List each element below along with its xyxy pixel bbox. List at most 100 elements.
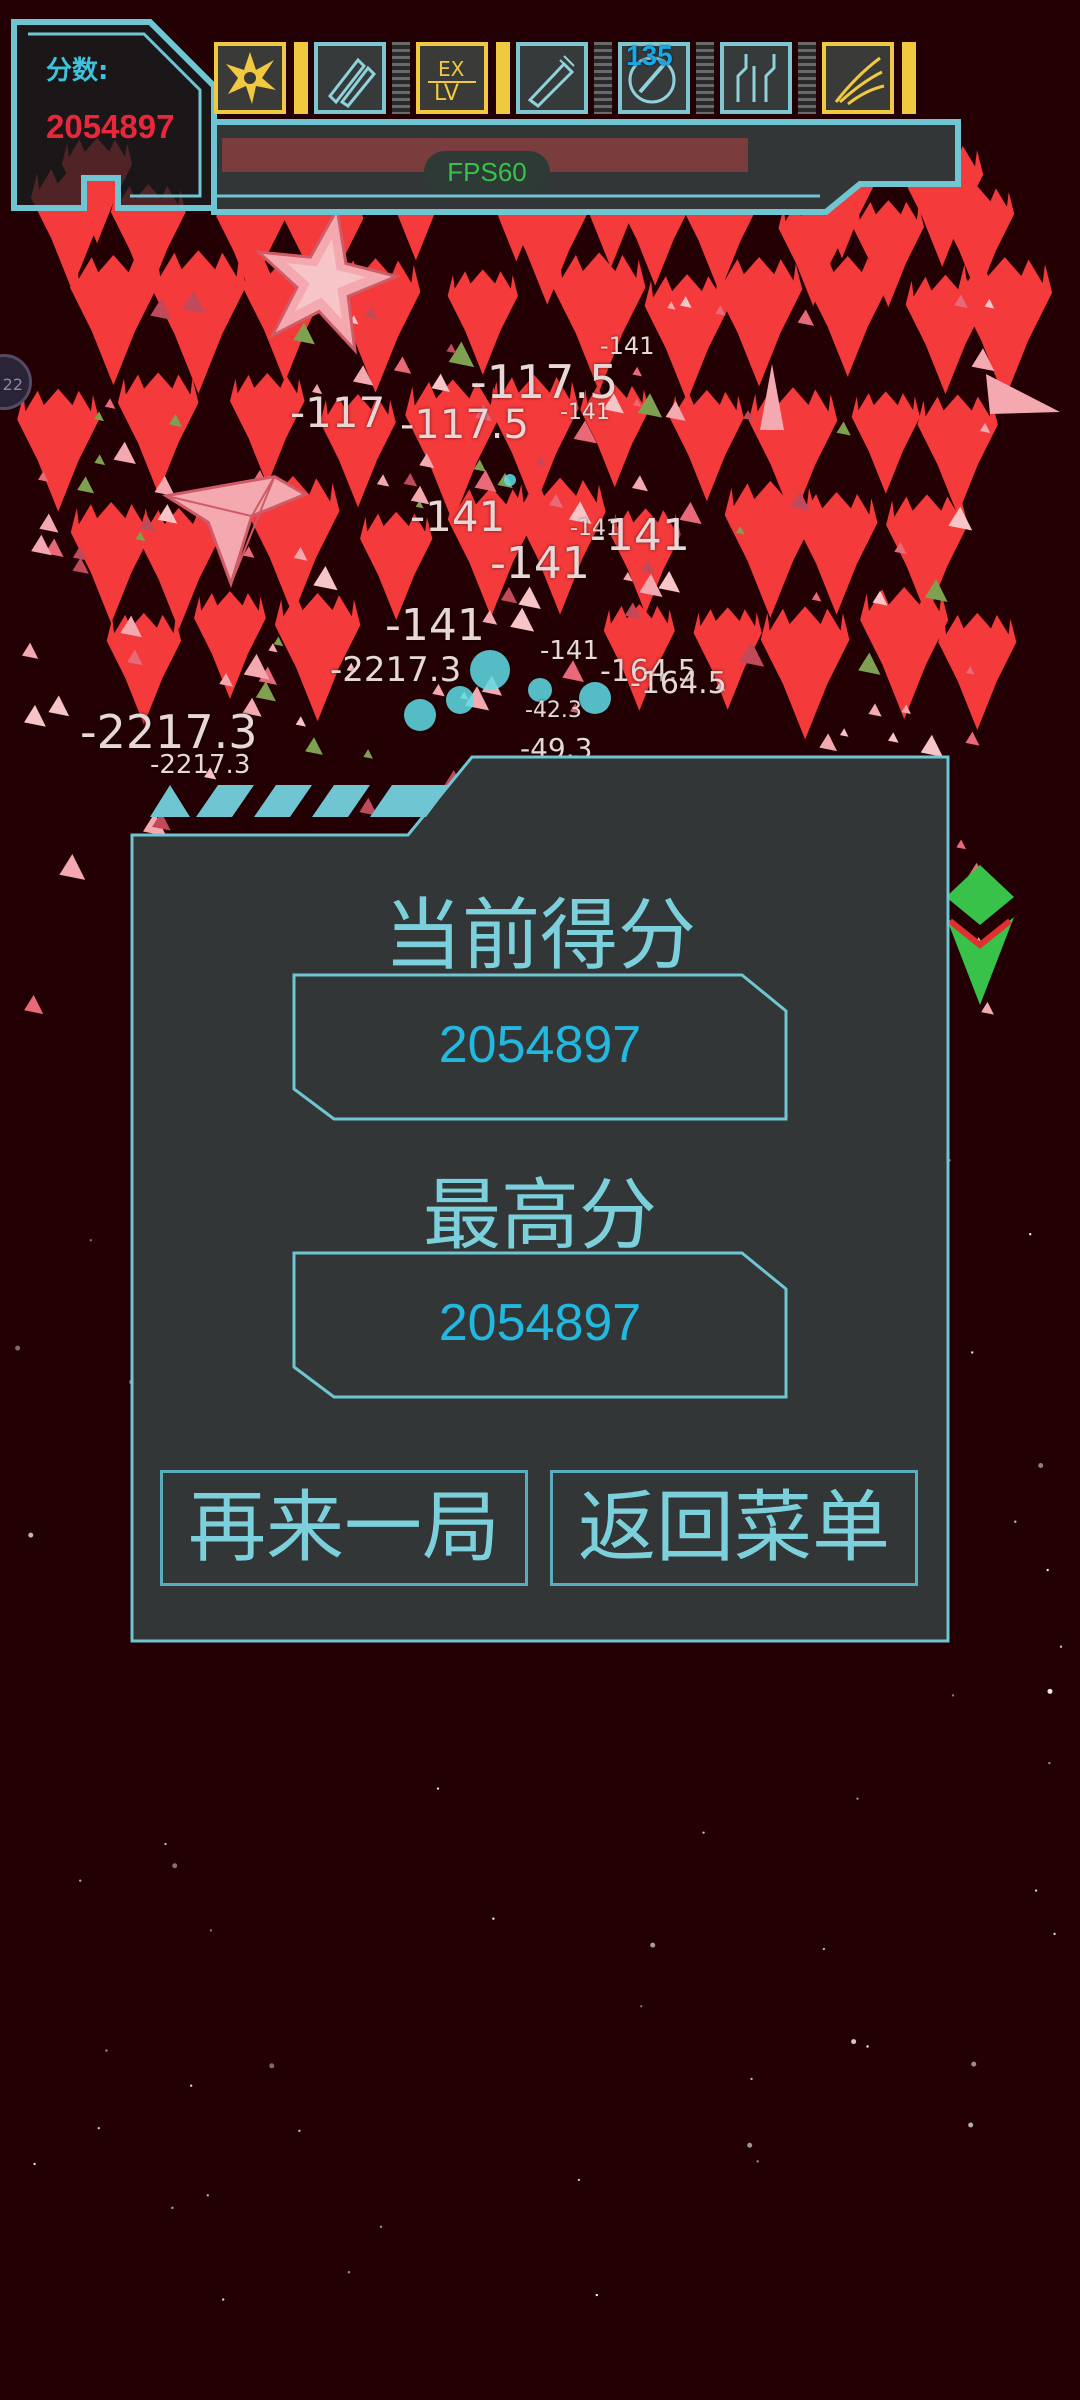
star xyxy=(856,1797,859,1800)
particle xyxy=(500,586,518,604)
star xyxy=(1046,1568,1049,1572)
particle xyxy=(305,737,323,755)
star xyxy=(164,1842,167,1846)
particle xyxy=(920,734,943,757)
retry-button[interactable]: 再来一局 xyxy=(160,1470,528,1586)
star xyxy=(1034,1889,1038,1892)
enemy-ship xyxy=(17,388,100,512)
particle xyxy=(31,534,52,556)
ex-level-icon[interactable]: EX LV xyxy=(416,42,488,114)
star xyxy=(171,2206,174,2210)
particle xyxy=(474,469,497,492)
missile-icon[interactable] xyxy=(516,42,588,114)
burst-icon[interactable] xyxy=(214,42,286,114)
enemy-ship xyxy=(807,255,889,377)
star xyxy=(750,2077,753,2081)
star xyxy=(492,1917,495,1920)
star xyxy=(269,2063,275,2069)
star xyxy=(640,2005,643,2008)
dart-enemy xyxy=(986,374,1060,414)
svg-text:LV: LV xyxy=(434,81,459,106)
particle xyxy=(22,642,39,659)
skill-count: 135 xyxy=(626,40,673,71)
particle xyxy=(376,474,390,487)
slot-divider xyxy=(496,42,510,114)
star xyxy=(866,2045,869,2048)
enemy-ship xyxy=(70,255,157,386)
damage-number: -117.5 xyxy=(400,402,529,448)
particle xyxy=(24,994,44,1015)
skill-bar: EX LV xyxy=(214,40,926,120)
particle xyxy=(518,586,541,609)
star xyxy=(105,2049,108,2052)
star xyxy=(1048,1761,1051,1765)
star xyxy=(298,2129,301,2133)
score-value: 2054897 xyxy=(46,108,175,145)
slot-divider xyxy=(392,42,410,114)
wave-icon[interactable] xyxy=(822,42,894,114)
particle xyxy=(819,733,838,752)
particle xyxy=(94,454,106,466)
particle xyxy=(836,421,851,436)
damage-number: -141 xyxy=(540,636,600,666)
twin-missiles-icon[interactable] xyxy=(314,42,386,114)
star xyxy=(89,1239,92,1242)
particle xyxy=(981,1001,994,1015)
enemy-ship xyxy=(117,372,199,494)
particle xyxy=(295,716,307,727)
particle xyxy=(104,398,116,409)
star xyxy=(702,1831,705,1834)
particle xyxy=(510,607,535,632)
star xyxy=(15,1345,21,1351)
star xyxy=(1014,1520,1017,1523)
particle xyxy=(811,591,822,602)
damage-number: -141 xyxy=(385,600,485,651)
star xyxy=(577,2178,581,2182)
slot-divider xyxy=(594,42,612,114)
star xyxy=(347,2271,351,2274)
star xyxy=(1038,1463,1044,1469)
star xyxy=(971,2061,977,2067)
particle xyxy=(658,571,681,593)
damage-number: -141 xyxy=(590,510,690,561)
enemy-ship xyxy=(851,391,920,494)
enemy-ship xyxy=(150,250,247,394)
enemy-ship xyxy=(760,606,850,740)
star xyxy=(1029,1233,1032,1236)
score-label: 分数: xyxy=(46,56,109,86)
particle xyxy=(446,343,457,354)
star xyxy=(1047,1688,1053,1694)
particle xyxy=(403,472,418,487)
star xyxy=(756,2160,759,2163)
star xyxy=(79,1879,82,1882)
slot-divider xyxy=(294,42,308,114)
star xyxy=(822,1947,826,1951)
high-score-title: 最高分 xyxy=(422,1171,657,1261)
star xyxy=(1059,1645,1063,1648)
star xyxy=(968,2122,974,2128)
star xyxy=(951,1694,955,1697)
star xyxy=(971,1351,974,1354)
enemy-ship xyxy=(644,274,730,402)
star xyxy=(189,2084,193,2087)
svg-text:EX: EX xyxy=(438,57,465,81)
star xyxy=(379,2225,383,2228)
particle xyxy=(39,513,59,533)
game-screen: -141 -117.5 -117 -117.5 -141 -141 -141 -141 -141… xyxy=(0,0,1080,2400)
circuit-icon[interactable] xyxy=(720,42,792,114)
star xyxy=(650,1942,656,1948)
player-ship xyxy=(946,865,1014,1005)
enemy-ship xyxy=(715,257,803,387)
star xyxy=(221,2298,225,2301)
particle xyxy=(632,366,643,377)
star xyxy=(595,2293,598,2297)
menu-button[interactable]: 返回菜单 xyxy=(550,1470,918,1586)
star xyxy=(28,1532,34,1538)
particle xyxy=(431,373,450,392)
star xyxy=(172,1863,178,1869)
particle xyxy=(313,565,338,591)
particle xyxy=(77,476,95,494)
particle xyxy=(839,728,849,737)
particle xyxy=(965,731,980,746)
damage-number: -42.3 xyxy=(525,698,582,723)
